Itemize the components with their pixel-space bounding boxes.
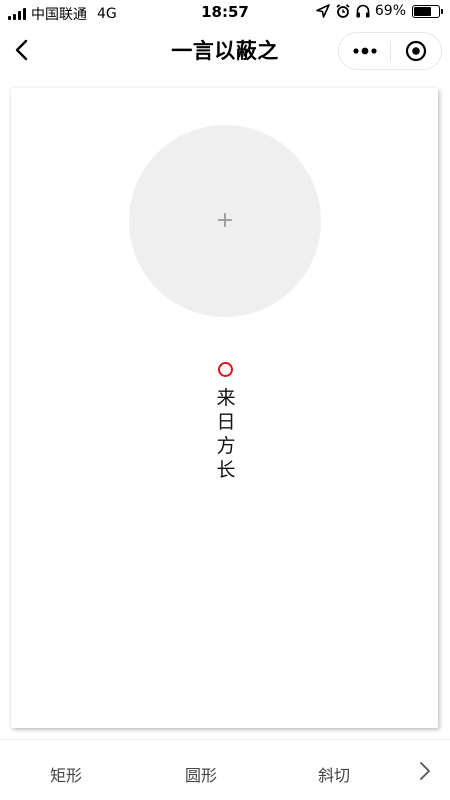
close-button[interactable]: [391, 33, 441, 69]
chevron-right-icon: [420, 762, 430, 780]
nav-bar: 一言以蔽之: [0, 26, 450, 76]
status-bar: 中国联通 4G 18:57 69%: [0, 0, 450, 26]
shape-option-circle[interactable]: 圆形: [185, 762, 217, 786]
more-dots-icon: [352, 47, 377, 55]
status-right: 69%: [315, 3, 443, 19]
add-image-button[interactable]: +: [129, 125, 321, 317]
headphones-icon: [356, 4, 370, 18]
battery-fill: [414, 6, 431, 16]
next-options-button[interactable]: [414, 760, 436, 782]
poster-text[interactable]: 来日方长: [216, 386, 236, 482]
shape-toolbar: 矩形 圆形 斜切: [0, 739, 450, 800]
target-close-icon: [405, 40, 427, 62]
location-arrow-icon: [316, 4, 330, 18]
alarm-icon: [336, 4, 350, 18]
poster-card: + 来日方长: [11, 88, 438, 728]
red-seal-circle: [218, 362, 233, 377]
more-button[interactable]: [339, 33, 390, 69]
shape-option-bevel[interactable]: 斜切: [318, 762, 350, 786]
battery-percent: 69%: [374, 3, 406, 19]
plus-icon: +: [215, 208, 235, 233]
mini-program-capsule: [338, 32, 442, 70]
shape-option-rectangle[interactable]: 矩形: [50, 762, 82, 786]
battery-icon: [412, 4, 443, 18]
